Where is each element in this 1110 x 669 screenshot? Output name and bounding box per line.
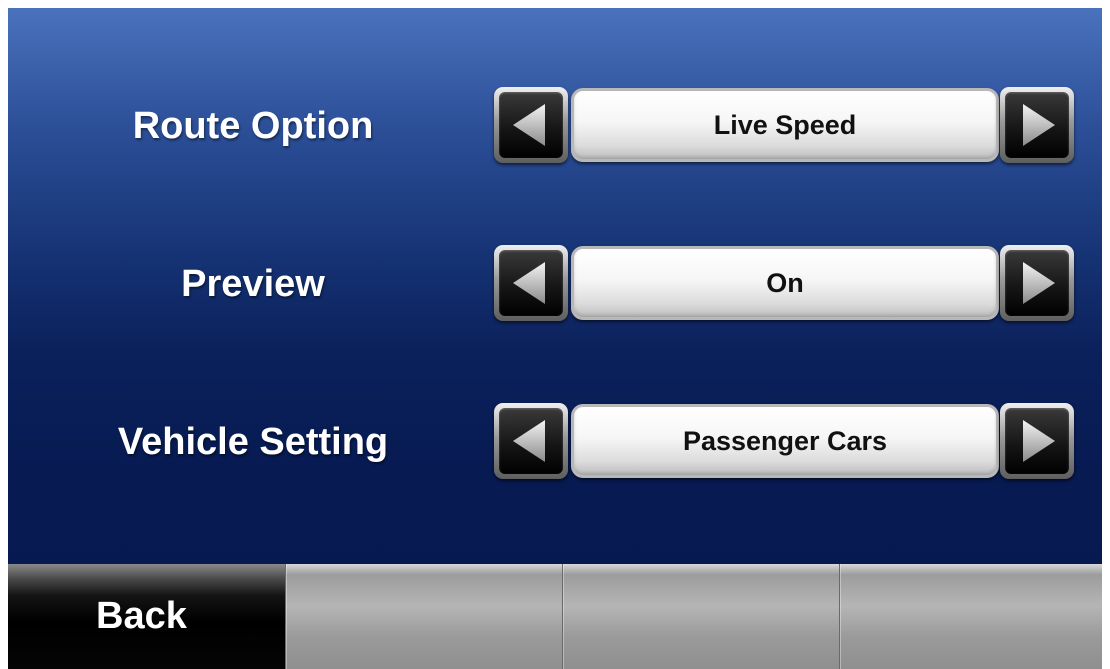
- left-arrow-icon: [499, 250, 563, 316]
- left-arrow-icon: [499, 92, 563, 158]
- route-option-next-button[interactable]: [1000, 87, 1074, 163]
- setting-row-preview: Preview On: [8, 244, 1102, 324]
- back-button[interactable]: Back: [8, 564, 285, 669]
- toolbar-slot-2[interactable]: [285, 564, 562, 669]
- route-option-label: Route Option: [132, 105, 374, 147]
- preview-label: Preview: [181, 263, 325, 305]
- setting-row-vehicle-setting: Vehicle Setting Passenger Cars: [8, 402, 1102, 482]
- route-option-value[interactable]: Live Speed: [571, 88, 999, 162]
- vehicle-setting-label: Vehicle Setting: [117, 421, 389, 463]
- left-arrow-icon: [499, 408, 563, 474]
- toolbar-slot-4[interactable]: [839, 564, 1102, 669]
- vehicle-setting-next-button[interactable]: [1000, 403, 1074, 479]
- right-arrow-icon: [1005, 408, 1069, 474]
- settings-screen: Route Option Live Speed Preview On Vehic…: [8, 8, 1102, 669]
- preview-next-button[interactable]: [1000, 245, 1074, 321]
- vehicle-setting-prev-button[interactable]: [494, 403, 568, 479]
- right-arrow-icon: [1005, 92, 1069, 158]
- preview-prev-button[interactable]: [494, 245, 568, 321]
- setting-row-route-option: Route Option Live Speed: [8, 86, 1102, 166]
- vehicle-setting-value[interactable]: Passenger Cars: [571, 404, 999, 478]
- bottom-toolbar: Back: [8, 564, 1102, 669]
- route-option-prev-button[interactable]: [494, 87, 568, 163]
- toolbar-slot-3[interactable]: [562, 564, 839, 669]
- preview-value[interactable]: On: [571, 246, 999, 320]
- right-arrow-icon: [1005, 250, 1069, 316]
